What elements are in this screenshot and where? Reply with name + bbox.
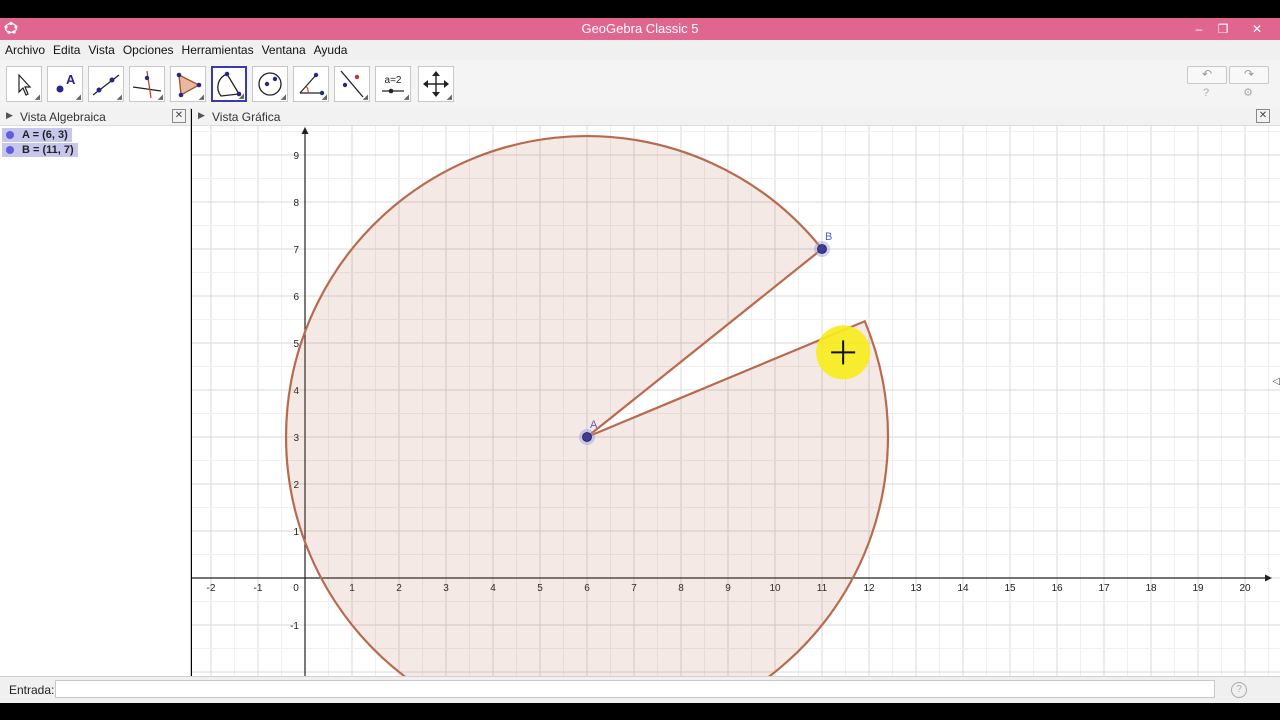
x-tick-label: 16 [1051, 583, 1063, 594]
graphics-view-title: Vista Gráfica [212, 110, 281, 124]
line-tool-button[interactable]: ◢ [88, 66, 124, 102]
y-tick-label: 7 [293, 245, 299, 256]
undo-button[interactable]: ↶ [1187, 66, 1227, 84]
x-tick-label: 12 [863, 583, 875, 594]
x-tick-label: 20 [1239, 583, 1251, 594]
move-tool-button[interactable]: ◢ [6, 66, 42, 102]
y-tick-label: 9 [293, 151, 299, 162]
y-tick-label: 1 [293, 527, 299, 538]
reflect-tool-button[interactable]: ◢ [334, 66, 370, 102]
settings-icon[interactable]: ⚙ [1241, 86, 1255, 100]
y-tick-label: 8 [293, 198, 299, 209]
visibility-dot-icon[interactable] [6, 146, 14, 154]
x-tick-label: 0 [293, 583, 299, 594]
move-view-tool-button[interactable]: ◢ [418, 66, 454, 102]
menu-ayuda[interactable]: Ayuda [309, 40, 351, 57]
y-tick-label: -1 [290, 621, 299, 632]
algebra-item-label: A = (6, 3) [22, 129, 68, 141]
input-help-icon[interactable]: ? [1231, 682, 1247, 698]
algebra-view-title: Vista Algebraica [20, 110, 106, 124]
menu-vista[interactable]: Vista [83, 40, 117, 57]
circular-sector[interactable] [284, 134, 890, 676]
circle-tool-button[interactable]: ◢ [211, 66, 247, 102]
input-field[interactable] [55, 680, 1215, 698]
x-tick-label: 18 [1145, 583, 1157, 594]
menu-opciones[interactable]: Opciones [118, 40, 177, 57]
angle-tool-button[interactable]: ◢ [293, 66, 329, 102]
point-label: A [590, 419, 598, 431]
graphics-view[interactable]: ▶ Vista Gráfica ✕ -2 -1 0 1 2 3 4 5 6 7 8 9 10 11 12 13… [192, 108, 1280, 676]
x-tick-label: -1 [254, 583, 263, 594]
polygon-tool-button[interactable]: ◢ [170, 66, 206, 102]
x-tick-label: 14 [957, 583, 969, 594]
collapse-arrow-icon[interactable]: ▶ [6, 110, 13, 121]
algebra-item-label: B = (11, 7) [22, 144, 74, 156]
toolbar: ◢ A ◢ ◢ ◢ ◢ ◢ ◢ ◢ ◢ a=2 ◢ ◢ ↶ ↷ [0, 60, 1280, 109]
input-label: Entrada: [9, 683, 55, 697]
algebra-item-A[interactable]: A = (6, 3) [2, 128, 72, 142]
svg-text:A: A [66, 72, 76, 87]
x-tick-label: 19 [1192, 583, 1204, 594]
algebra-item-B[interactable]: B = (11, 7) [2, 143, 78, 157]
x-tick-label: 15 [1004, 583, 1016, 594]
perpendicular-tool-button[interactable]: ◢ [129, 66, 165, 102]
graphics-view-header: ▶ Vista Gráfica ✕ [192, 108, 1280, 126]
window-title: GeoGebra Classic 5 [581, 21, 699, 36]
collapse-side-arrow-icon[interactable]: ◁ [1272, 376, 1280, 387]
y-tick-label: 6 [293, 292, 299, 303]
visibility-dot-icon[interactable] [6, 131, 14, 139]
slider-tool-button[interactable]: a=2 ◢ [375, 66, 411, 102]
point-label: B [825, 231, 832, 243]
graphics-canvas[interactable]: -2 -1 0 1 2 3 4 5 6 7 8 9 10 11 12 13 14 15 16 17 18 19 20 -11… [192, 108, 1280, 676]
close-window-button[interactable]: ✕ [1243, 18, 1271, 40]
point-tool-button[interactable]: A ◢ [47, 66, 83, 102]
menu-archivo[interactable]: Archivo [0, 40, 48, 57]
point-dot [817, 244, 827, 254]
collapse-arrow-icon[interactable]: ▶ [198, 110, 205, 121]
conic-tool-button[interactable]: ◢ [252, 66, 288, 102]
algebra-view-header: ▶ Vista Algebraica ✕ [0, 108, 190, 126]
redo-button[interactable]: ↷ [1229, 66, 1269, 84]
input-bar: Entrada: ? [0, 676, 1280, 703]
menu-ventana[interactable]: Ventana [257, 40, 309, 57]
window-titlebar: GeoGebra Classic 5 – ❐ ✕ [0, 18, 1280, 40]
algebra-view: ▶ Vista Algebraica ✕ A = (6, 3) B = (11,… [0, 108, 191, 676]
help-icon[interactable]: ? [1199, 86, 1213, 100]
x-tick-label: 17 [1098, 583, 1110, 594]
menu-bar: Archivo Edita Vista Opciones Herramientas Ven… [0, 40, 1280, 60]
x-tick-label: -2 [207, 583, 216, 594]
menu-edita[interactable]: Edita [48, 40, 83, 57]
point-dot [582, 432, 592, 442]
svg-text:a=2: a=2 [385, 75, 402, 86]
x-tick-label: 13 [910, 583, 922, 594]
y-axis-arrow [301, 127, 309, 134]
close-graphics-view-button[interactable]: ✕ [1256, 109, 1270, 123]
point-B[interactable]: B [814, 231, 832, 257]
menu-herramientas[interactable]: Herramientas [177, 40, 257, 57]
restore-button[interactable]: ❐ [1209, 18, 1237, 40]
close-algebra-view-button[interactable]: ✕ [172, 109, 186, 123]
